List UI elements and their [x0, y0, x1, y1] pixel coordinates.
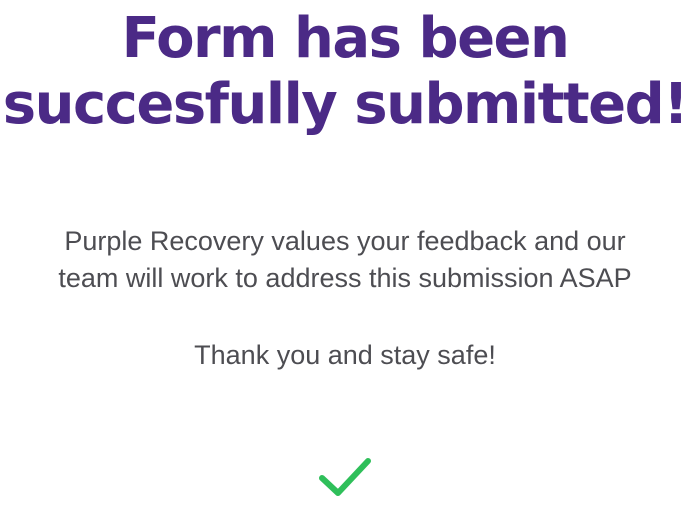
page-title-line-1: Form has been: [121, 6, 570, 71]
confirmation-message: Purple Recovery values your feedback and…: [0, 223, 690, 297]
page-title-line-2: succesfully submitted!: [2, 72, 689, 137]
confirmation-message-line-2: team will work to address this submissio…: [58, 263, 632, 293]
confirmation-message-line-1: Purple Recovery values your feedback and…: [64, 226, 626, 256]
submission-confirmation-page: Form has been succesfully submitted! Pur…: [0, 0, 690, 510]
checkmark-icon: [319, 458, 371, 496]
thank-you-message: Thank you and stay safe!: [194, 340, 496, 370]
page-title: Form has been succesfully submitted!: [0, 6, 690, 138]
